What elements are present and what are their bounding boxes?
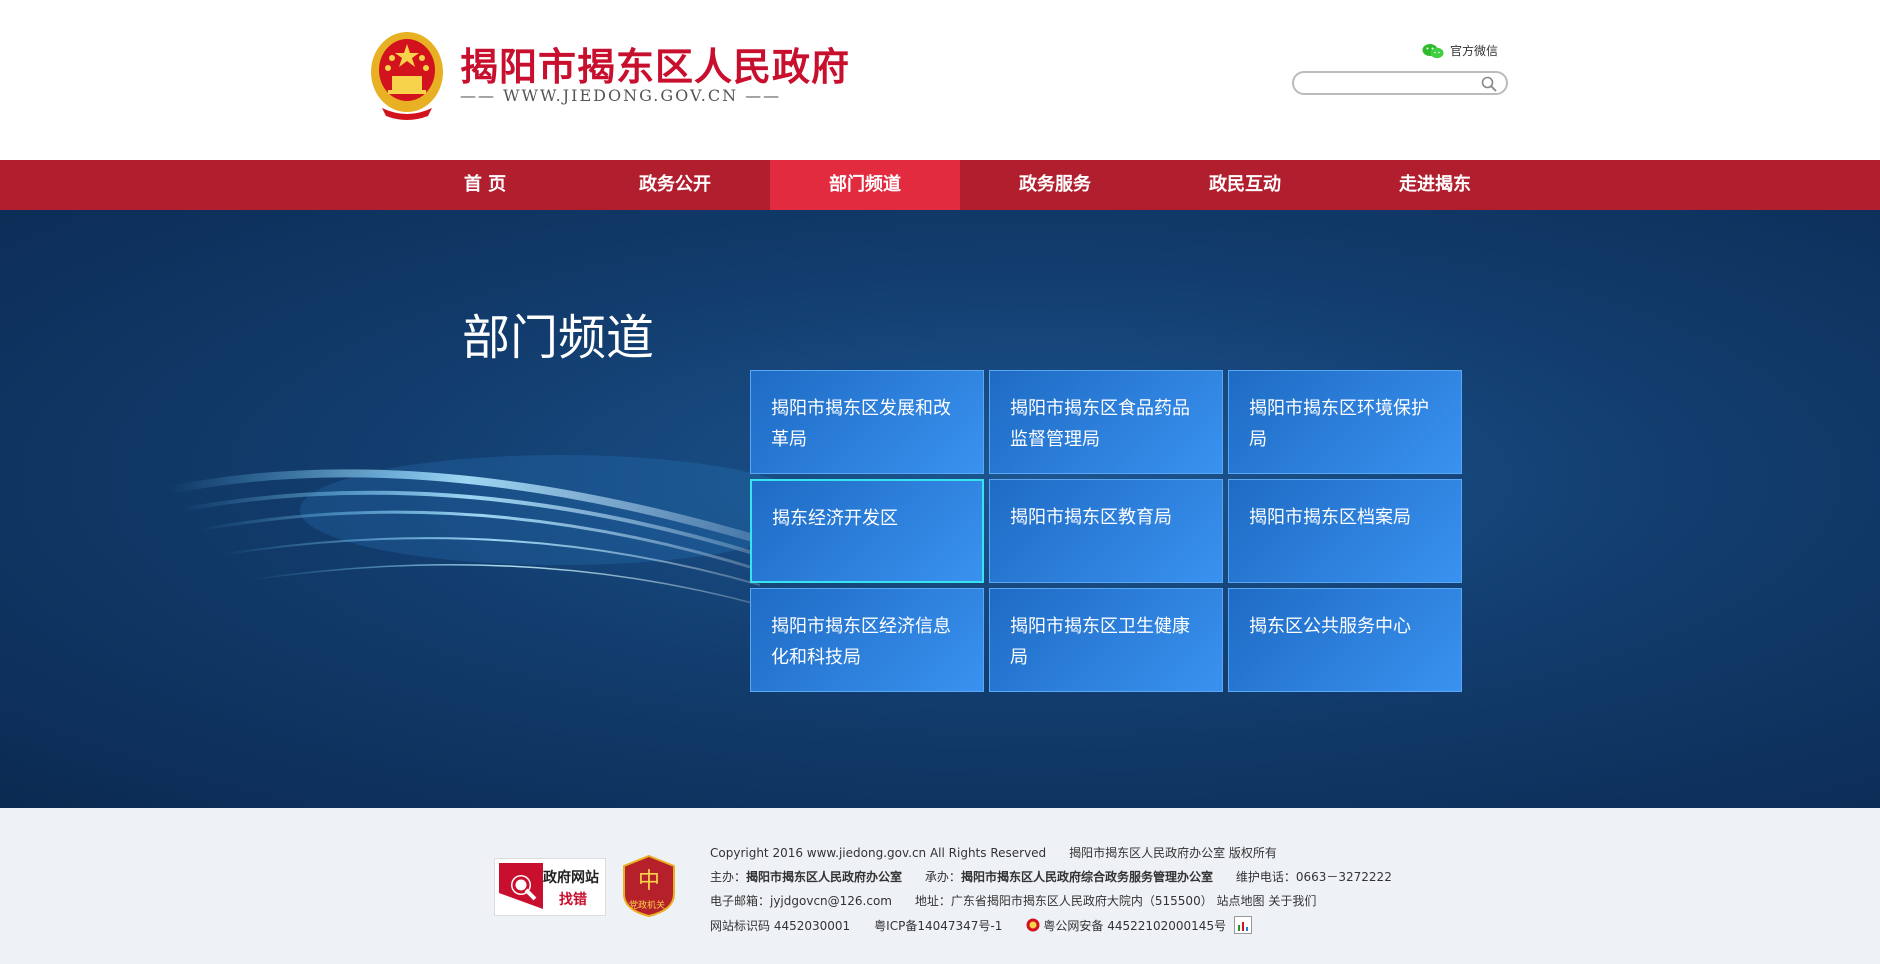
wechat-label: 官方微信: [1450, 44, 1499, 58]
nav-item-home[interactable]: 首 页: [390, 160, 580, 210]
nav-item-gov-services[interactable]: 政务服务: [960, 160, 1150, 210]
department-card-development-reform[interactable]: 揭阳市揭东区发展和改革局: [750, 370, 984, 474]
rights-holder-text: 揭阳市揭东区人民政府办公室 版权所有: [1069, 846, 1277, 860]
wechat-icon: [1422, 43, 1444, 58]
department-card-public-service[interactable]: 揭东区公共服务中心: [1228, 588, 1462, 692]
stats-icon[interactable]: [1234, 916, 1253, 934]
footer-registration-line: 网站标识码 4452030001 粤ICP备14047347号-1 粤公网安备 …: [710, 916, 1253, 934]
main-nav: 首 页 政务公开 部门频道 政务服务 政民互动 走进揭东: [0, 160, 1880, 210]
address-text: 地址：广东省揭阳市揭东区人民政府大院内（515500）: [914, 894, 1213, 908]
site-id-text: 网站标识码 4452030001: [710, 918, 851, 933]
footer-copyright-line: Copyright 2016 www.jiedong.gov.cn All Ri…: [710, 844, 1277, 861]
gov-site-error-report-badge[interactable]: 政府网站 找错: [494, 858, 606, 916]
badge-find-top-label: 政府网站: [543, 870, 599, 886]
department-card-health[interactable]: 揭阳市揭东区卫生健康局: [989, 588, 1223, 692]
about-link[interactable]: 关于我们: [1268, 894, 1316, 908]
footer: 政府网站 找错 中 党政机关 Copyright 2016 www.jiedon…: [0, 808, 1880, 964]
department-card-environment[interactable]: 揭阳市揭东区环境保护局: [1228, 370, 1462, 474]
search-icon[interactable]: [1480, 75, 1498, 93]
department-grid: 揭阳市揭东区发展和改革局 揭阳市揭东区食品药品监督管理局 揭阳市揭东区环境保护局…: [750, 370, 1464, 692]
nav-item-departments[interactable]: 部门频道: [770, 160, 960, 210]
department-card-education[interactable]: 揭阳市揭东区教育局: [989, 479, 1223, 583]
organizer-value: 揭阳市揭东区人民政府综合政务服务管理办公室: [960, 870, 1213, 884]
site-url: —— WWW.JIEDONG.GOV.CN ——: [460, 86, 782, 105]
sitemap-link[interactable]: 站点地图: [1217, 894, 1265, 908]
party-gov-badge[interactable]: 中 党政机关: [622, 854, 676, 918]
badge-party-label: 党政机关: [629, 901, 666, 911]
site-title: 揭阳市揭东区人民政府: [460, 44, 851, 89]
department-card-economy-tech[interactable]: 揭阳市揭东区经济信息化和科技局: [750, 588, 984, 692]
hero-banner: 部门频道 揭阳市揭东区发展和改革局 揭阳市揭东区食品药品监督管理局 揭阳市揭东区…: [0, 210, 1880, 808]
magnifier-icon: [499, 863, 543, 909]
department-card-archives[interactable]: 揭阳市揭东区档案局: [1228, 479, 1462, 583]
header: 揭阳市揭东区人民政府 —— WWW.JIEDONG.GOV.CN —— 官方微信: [0, 0, 1880, 160]
nav-item-interaction[interactable]: 政民互动: [1150, 160, 1340, 210]
icp-link[interactable]: 粤ICP备14047347号-1: [874, 917, 1002, 934]
copyright-text: Copyright 2016 www.jiedong.gov.cn All Ri…: [710, 846, 1047, 860]
nav-item-gov-affairs[interactable]: 政务公开: [580, 160, 770, 210]
organizer-label: 承办：: [924, 870, 961, 884]
department-card-food-drug[interactable]: 揭阳市揭东区食品药品监督管理局: [989, 370, 1223, 474]
police-record-link[interactable]: 粤公网安备 44522102000145号: [1043, 917, 1226, 934]
department-card-economic-zone[interactable]: 揭东经济开发区: [750, 479, 984, 583]
footer-host-line: 主办：揭阳市揭东区人民政府办公室 承办：揭阳市揭东区人民政府综合政务服务管理办公…: [710, 868, 1392, 885]
nav-item-about-jiedong[interactable]: 走进揭东: [1340, 160, 1530, 210]
host-value: 揭阳市揭东区人民政府办公室: [746, 870, 903, 884]
search-input[interactable]: [1304, 75, 1468, 93]
badge-find-bottom-label: 找错: [559, 892, 587, 908]
email-text: 电子邮箱：jyjdgovcn@126.com: [710, 894, 892, 908]
search-box: [1292, 71, 1508, 95]
footer-contact-line: 电子邮箱：jyjdgovcn@126.com 地址：广东省揭阳市揭东区人民政府大…: [710, 892, 1316, 909]
page-title: 部门频道: [462, 310, 655, 366]
police-badge-icon: [1026, 918, 1040, 932]
national-emblem-icon: [371, 32, 443, 120]
phone-text: 维护电话：0663－3272222: [1235, 870, 1392, 884]
host-label: 主办：: [710, 870, 747, 884]
svg-text:中: 中: [638, 869, 660, 894]
wechat-link[interactable]: 官方微信: [1422, 42, 1498, 59]
